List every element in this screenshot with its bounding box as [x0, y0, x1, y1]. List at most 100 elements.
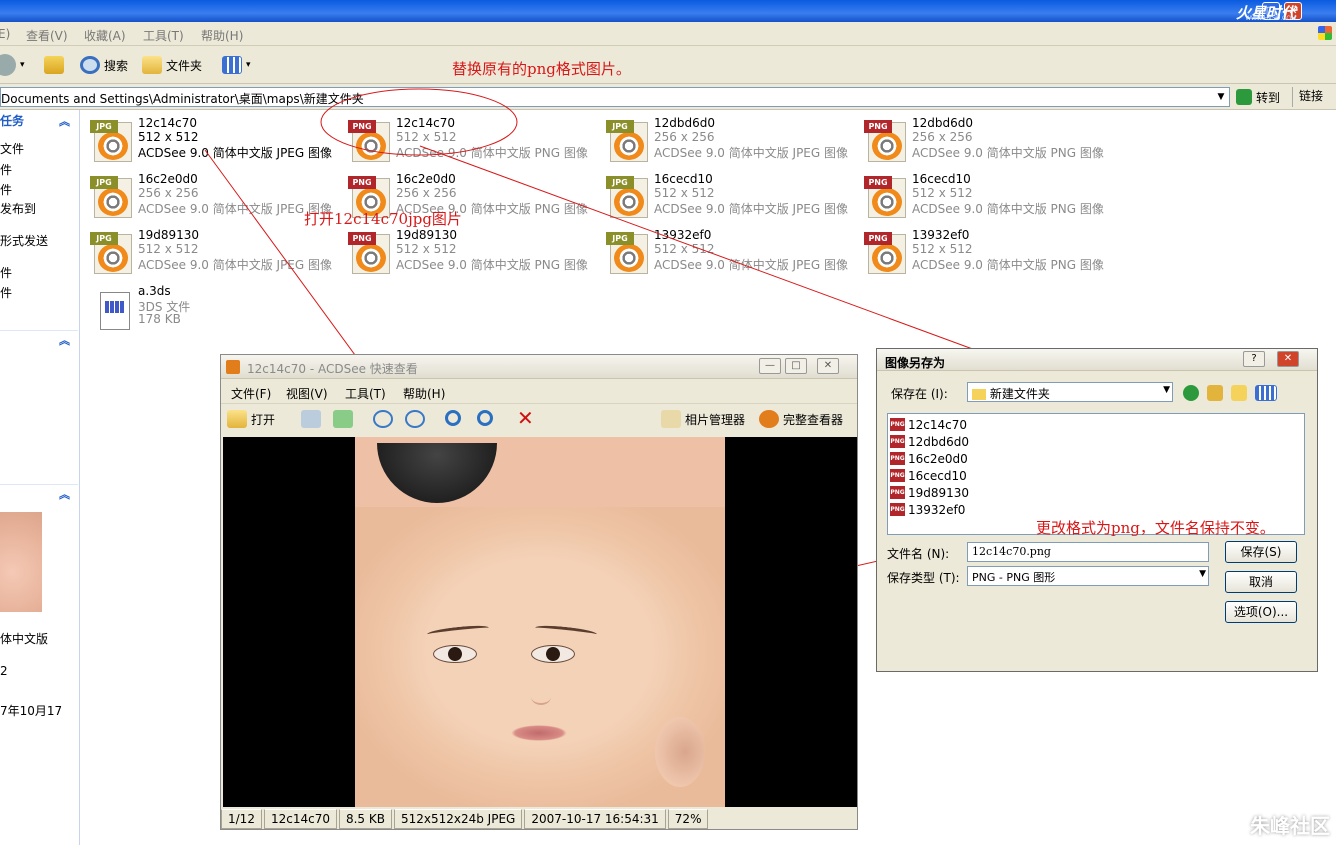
search-button[interactable]: 搜索	[80, 54, 128, 76]
save-as-dialog: 图像另存为 ? ✕ 保存在 (I): 新建文件夹 ▼ PNG 12c14c70 P…	[876, 348, 1318, 672]
menu-tools[interactable]: 工具(T)	[143, 27, 184, 44]
options-button[interactable]: 选项(O)...	[1225, 601, 1297, 623]
annotation-replace: 替换原有的png格式图片。	[452, 60, 631, 78]
file-item[interactable]: PNG 12c14c70 512 x 512 ACDSee 9.0 简体中文版 …	[348, 116, 598, 166]
collapse-chevron-icon[interactable]: ︽	[59, 486, 70, 502]
task-item[interactable]: 件	[0, 181, 12, 198]
goto-button[interactable]: 转到	[1236, 87, 1280, 107]
list-item[interactable]: PNG 19d89130	[890, 484, 969, 501]
save-in-label: 保存在 (I):	[891, 387, 948, 401]
file-item[interactable]: PNG 16cecd10 512 x 512 ACDSee 9.0 简体中文版 …	[864, 172, 1114, 222]
list-item[interactable]: PNG 13932ef0	[890, 501, 965, 518]
other-section-header[interactable]: ︽	[0, 330, 78, 350]
list-item[interactable]: PNG 12dbd6d0	[890, 433, 969, 450]
rotate-left-icon[interactable]	[373, 410, 393, 428]
windows-logo-icon	[1318, 26, 1332, 40]
task-item[interactable]: 件	[0, 264, 12, 281]
file-item[interactable]: JPG 12c14c70 512 x 512 ACDSee 9.0 简体中文版 …	[90, 116, 340, 166]
3ds-file-icon	[90, 286, 132, 330]
png-file-icon: PNG	[890, 435, 905, 448]
task-item[interactable]: 文件	[0, 140, 24, 157]
zoom-out-icon[interactable]	[477, 410, 493, 426]
folders-button[interactable]: 文件夹	[142, 54, 202, 76]
close-button[interactable]: ✕	[1277, 351, 1299, 367]
views-button[interactable]: ▾	[222, 54, 251, 76]
photo-manager-button[interactable]: 相片管理器	[661, 408, 745, 430]
close-button[interactable]: ✕	[817, 358, 839, 374]
delete-icon[interactable]: ✕	[517, 406, 534, 430]
rotate-right-icon[interactable]	[405, 410, 425, 428]
cancel-button[interactable]: 取消	[1225, 571, 1297, 593]
address-dropdown-icon[interactable]: ▼	[1214, 88, 1228, 106]
tasks-section-header[interactable]: 任务 ︽	[0, 112, 78, 132]
menu-edit[interactable]: E)	[0, 27, 10, 41]
dialog-title-bar: 图像另存为 ? ✕	[877, 349, 1317, 371]
new-folder-icon[interactable]	[1231, 385, 1247, 401]
list-item[interactable]: PNG 16c2e0d0	[890, 450, 968, 467]
acdsee-status-bar: 1/12 12c14c70 8.5 KB 512x512x24b JPEG 20…	[221, 809, 857, 829]
image-viewport[interactable]	[223, 437, 857, 807]
file-item[interactable]: JPG 12dbd6d0 256 x 256 ACDSee 9.0 简体中文版 …	[606, 116, 856, 166]
file-item[interactable]: JPG 16c2e0d0 256 x 256 ACDSee 9.0 简体中文版 …	[90, 172, 340, 222]
task-item[interactable]: 形式发送	[0, 232, 48, 249]
menu-help[interactable]: 帮助(H)	[201, 27, 243, 44]
status-filesize: 8.5 KB	[338, 809, 392, 829]
view-menu-icon[interactable]	[1255, 385, 1277, 401]
filename-input[interactable]: 12c14c70.png	[967, 542, 1209, 562]
chevron-down-icon: ▼	[1163, 385, 1170, 395]
save-in-value: 新建文件夹	[989, 387, 1050, 401]
menu-view[interactable]: 查看(V)	[26, 27, 68, 44]
save-in-dropdown[interactable]: 新建文件夹 ▼	[967, 382, 1173, 402]
status-date: 2007-10-17 16:54:31	[524, 809, 666, 829]
file-item[interactable]: a.3ds 3DS 文件 178 KB	[90, 284, 340, 334]
menu-help[interactable]: 帮助(H)	[403, 385, 445, 402]
links-button[interactable]: 链接	[1292, 87, 1323, 107]
search-icon	[80, 56, 100, 74]
status-index: 1/12	[221, 809, 262, 829]
forward-arrow-icon	[0, 54, 16, 76]
up-folder-icon[interactable]	[1207, 385, 1223, 401]
png-file-icon: PNG	[348, 230, 390, 274]
open-label: 打开	[251, 412, 276, 427]
collapse-chevron-icon[interactable]: ︽	[59, 332, 70, 348]
list-item[interactable]: PNG 16cecd10	[890, 467, 967, 484]
forward-button[interactable]: ▾	[0, 54, 25, 76]
file-item[interactable]: PNG 19d89130 512 x 512 ACDSee 9.0 简体中文版 …	[348, 228, 598, 278]
next-image-icon[interactable]	[333, 410, 353, 428]
zoom-in-icon[interactable]	[445, 410, 461, 426]
jpg-file-icon: JPG	[606, 118, 648, 162]
menu-view[interactable]: 视图(V)	[286, 385, 328, 402]
task-item[interactable]: 发布到	[0, 200, 36, 217]
dialog-title: 图像另存为	[885, 356, 946, 370]
jpg-file-icon: JPG	[90, 230, 132, 274]
save-type-dropdown[interactable]: PNG - PNG 图形 ▼	[967, 566, 1209, 586]
task-item[interactable]: 件	[0, 161, 12, 178]
file-item[interactable]: PNG 12dbd6d0 256 x 256 ACDSee 9.0 简体中文版 …	[864, 116, 1114, 166]
previous-image-icon[interactable]	[301, 410, 321, 428]
save-button[interactable]: 保存(S)	[1225, 541, 1297, 563]
details-section-header[interactable]: ︽	[0, 484, 78, 504]
dialog-file-list[interactable]: PNG 12c14c70 PNG 12dbd6d0 PNG 16c2e0d0 PNG 1…	[887, 413, 1305, 535]
menu-tools[interactable]: 工具(T)	[345, 385, 386, 402]
png-file-icon: PNG	[864, 174, 906, 218]
menu-file[interactable]: 文件(F)	[231, 385, 271, 402]
task-item[interactable]: 件	[0, 284, 12, 301]
list-item[interactable]: PNG 12c14c70	[890, 416, 967, 433]
file-item[interactable]: PNG 13932ef0 512 x 512 ACDSee 9.0 简体中文版 …	[864, 228, 1114, 278]
minimize-button[interactable]: —	[759, 358, 781, 374]
full-viewer-button[interactable]: 完整查看器	[759, 408, 843, 430]
details-text: 体中文版	[0, 632, 49, 646]
file-item[interactable]: JPG 19d89130 512 x 512 ACDSee 9.0 简体中文版 …	[90, 228, 340, 278]
collapse-chevron-icon[interactable]: ︽	[59, 113, 70, 129]
png-file-icon: PNG	[890, 452, 905, 465]
file-item[interactable]: JPG 13932ef0 512 x 512 ACDSee 9.0 简体中文版 …	[606, 228, 856, 278]
up-folder-button[interactable]	[44, 54, 64, 76]
back-icon[interactable]	[1183, 385, 1199, 401]
file-item[interactable]: JPG 16cecd10 512 x 512 ACDSee 9.0 简体中文版 …	[606, 172, 856, 222]
address-input[interactable]: Documents and Settings\Administrator\桌面\…	[0, 87, 1230, 107]
help-button[interactable]: ?	[1243, 351, 1265, 367]
maximize-button[interactable]: □	[785, 358, 807, 374]
png-file-icon: PNG	[890, 469, 905, 482]
open-button[interactable]: 打开	[227, 408, 275, 430]
menu-favorites[interactable]: 收藏(A)	[84, 27, 126, 44]
